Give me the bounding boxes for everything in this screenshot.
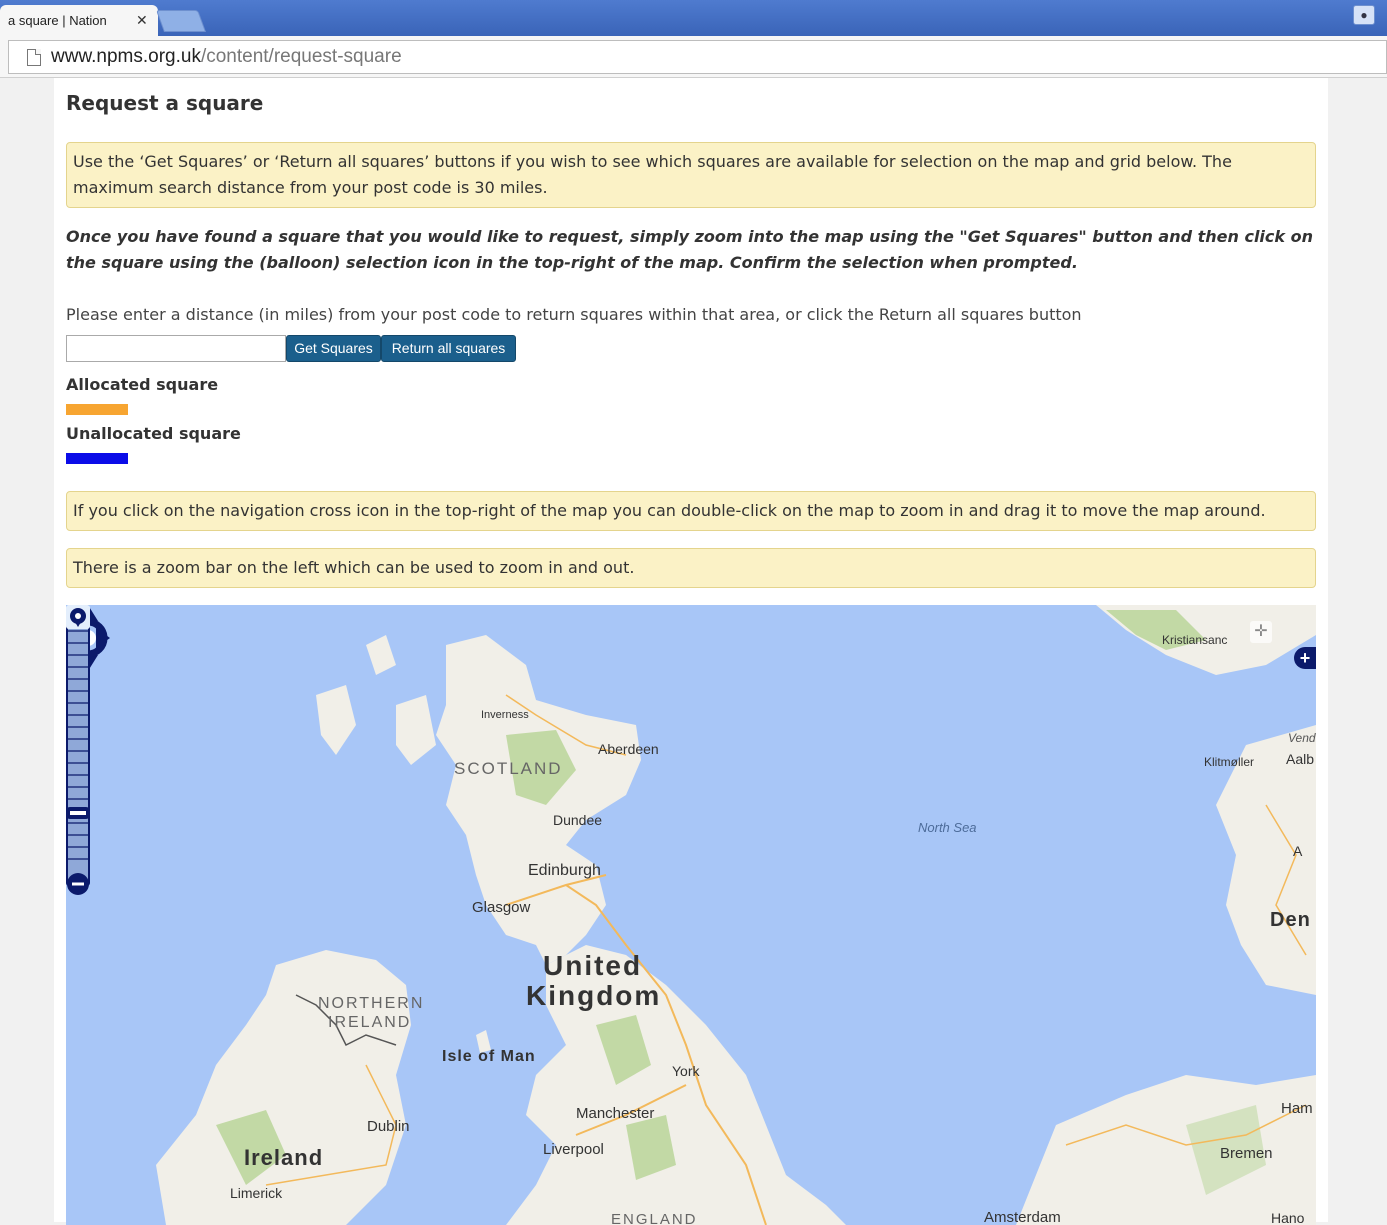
map-label-hamburg: Ham — [1281, 1100, 1313, 1117]
map-label-york: York — [672, 1063, 700, 1079]
map-label-liverpool: Liverpool — [543, 1141, 604, 1158]
map-label-limerick: Limerick — [230, 1185, 283, 1201]
map[interactable]: Kristiansanc Inverness Aberdeen SCOTLAND… — [66, 605, 1316, 1225]
map-label-kingdom: Kingdom — [526, 980, 662, 1011]
map-label-dublin: Dublin — [367, 1118, 410, 1135]
url-host: www.npms.org.uk — [51, 46, 201, 67]
zoom-bar[interactable] — [66, 605, 90, 897]
close-tab-icon[interactable]: ✕ — [136, 12, 148, 29]
map-label-manchester: Manchester — [576, 1105, 655, 1122]
info-note-navigation: If you click on the navigation cross ico… — [66, 491, 1316, 531]
url-path: /content/request-square — [200, 46, 402, 67]
page-icon — [27, 48, 41, 66]
navigation-cross-icon[interactable]: ✛ — [1250, 621, 1272, 643]
map-tiles — [156, 605, 1316, 1225]
info-note-zoom: There is a zoom bar on the left which ca… — [66, 548, 1316, 588]
map-label-a: A — [1293, 843, 1303, 859]
browser-tab-bar: a square | Nation ✕ ● — [0, 0, 1387, 36]
profile-icon[interactable]: ● — [1353, 5, 1375, 25]
legend-unallocated-label: Unallocated square — [66, 424, 241, 443]
map-label-ireland: Ireland — [244, 1145, 324, 1170]
page-content: Request a square Use the ‘Get Squares’ o… — [54, 78, 1328, 1225]
new-tab-button[interactable] — [155, 10, 207, 32]
address-bar: www.npms.org.uk/content/request-square — [0, 36, 1387, 78]
legend-allocated-swatch — [66, 404, 128, 415]
map-label-northern-ireland: IRELAND — [328, 1014, 412, 1031]
map-label-aberdeen: Aberdeen — [598, 741, 659, 757]
map-label-scotland: SCOTLAND — [454, 759, 563, 778]
tab-title: a square | Nation — [8, 13, 107, 28]
distance-input[interactable] — [66, 335, 286, 362]
map-label-bremen: Bremen — [1220, 1145, 1273, 1162]
map-label-aalb: Aalb — [1286, 751, 1315, 767]
map-label-isle-of-man: Isle of Man — [442, 1048, 536, 1065]
map-label-amsterdam: Amsterdam — [984, 1209, 1061, 1225]
map-label-vend: Vend — [1288, 731, 1316, 745]
map-label-denmark: Den — [1270, 909, 1311, 931]
get-squares-button[interactable]: Get Squares — [286, 335, 381, 362]
return-all-squares-button[interactable]: Return all squares — [381, 335, 516, 362]
legend-unallocated-swatch — [66, 453, 128, 464]
balloon-selection-icon[interactable] — [66, 605, 90, 629]
page-title: Request a square — [66, 91, 264, 115]
map-label-glasgow: Glasgow — [472, 899, 531, 916]
legend-allocated-label: Allocated square — [66, 375, 219, 394]
info-note-get-squares: Use the ‘Get Squares’ or ‘Return all squ… — [66, 142, 1316, 208]
map-label-edinburgh: Edinburgh — [528, 862, 601, 879]
map-label-north-sea: North Sea — [918, 820, 977, 835]
expand-panel-icon[interactable]: + — [1294, 647, 1316, 669]
map-label-hannover: Hano — [1271, 1210, 1305, 1225]
map-label-dundee: Dundee — [553, 812, 603, 828]
instruction-text: Once you have found a square that you wo… — [66, 227, 1313, 272]
map-label-northern: NORTHERN — [318, 995, 425, 1012]
map-label-england: ENGLAND — [611, 1211, 698, 1225]
map-label-united: United — [543, 950, 643, 981]
map-label-kristiansand: Kristiansanc — [1162, 633, 1228, 647]
browser-tab[interactable]: a square | Nation ✕ — [0, 5, 158, 36]
url-input[interactable]: www.npms.org.uk/content/request-square — [8, 40, 1387, 74]
map-label-inverness: Inverness — [481, 709, 529, 721]
distance-prompt: Please enter a distance (in miles) from … — [66, 305, 1082, 324]
map-label-klitmoller: Klitmøller — [1204, 755, 1254, 769]
